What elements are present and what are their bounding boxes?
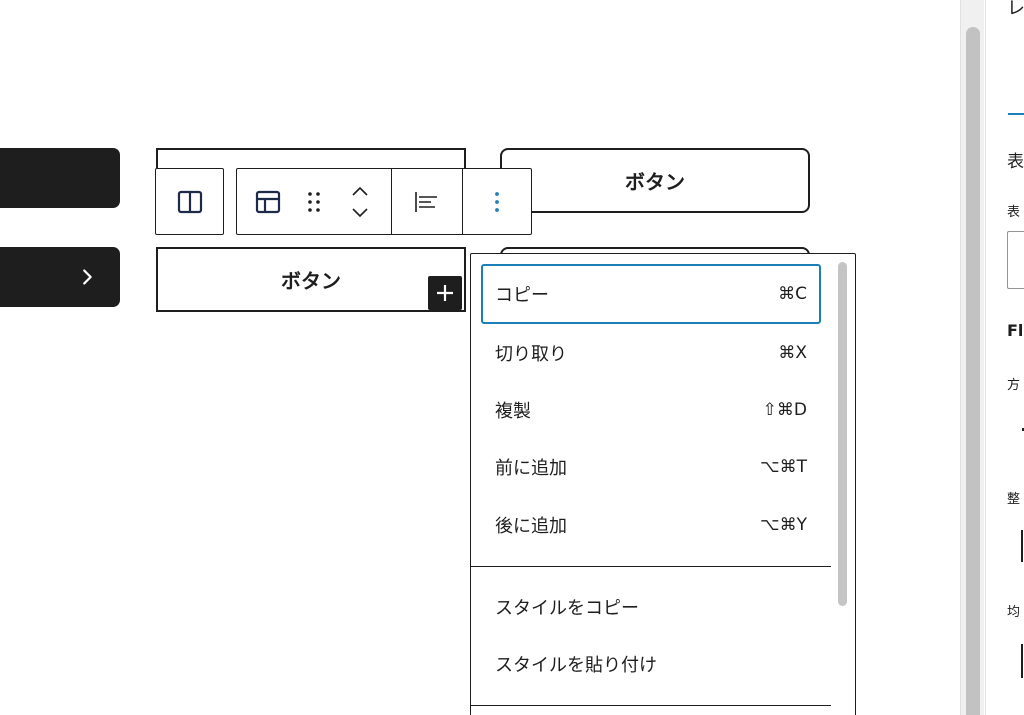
select-parent-button[interactable]: [155, 168, 224, 235]
menu-item-shortcut: ⌘C: [778, 284, 807, 304]
toolbar-block-group: [237, 169, 392, 234]
spacing-control-fragment[interactable]: [1021, 644, 1023, 678]
plus-icon: [437, 285, 453, 301]
sidebar-section-title: 表: [1007, 152, 1024, 172]
menu-item-shortcut: ⇧⌘D: [762, 400, 807, 420]
button-label: ボタン: [625, 170, 685, 194]
button-label: ボタン: [281, 269, 341, 293]
editor-scrollbar[interactable]: [960, 0, 984, 715]
sidebar-field-label: 表: [1007, 205, 1021, 220]
menu-separator: [471, 566, 831, 567]
justify-button[interactable]: [392, 169, 462, 234]
flex-section-title: Fl: [1007, 321, 1024, 340]
settings-sidebar: レ 表 表 Fl 方 整 均: [985, 0, 1024, 715]
menu-item-cut[interactable]: 切り取り ⌘X: [481, 323, 821, 383]
menu-item-label: 後に追加: [495, 516, 567, 537]
menu-item-insert-after[interactable]: 後に追加 ⌥⌘Y: [481, 495, 821, 555]
move-up-down-button[interactable]: [328, 169, 391, 234]
menu-item-paste-styles[interactable]: スタイルを貼り付け: [481, 634, 821, 694]
outline-button-selected[interactable]: ボタン: [156, 247, 466, 312]
menu-item-shortcut: ⌘X: [778, 343, 807, 363]
justify-left-icon: [415, 191, 437, 212]
chevron-right-icon: [83, 269, 92, 285]
drag-handle-icon: [307, 191, 320, 212]
menu-item-label: コピー: [495, 285, 549, 306]
dark-button-block-2[interactable]: [0, 247, 120, 307]
block-options-menu: コピー ⌘C 切り取り ⌘X 複製 ⇧⌘D 前に追加 ⌥⌘T 後に追加 ⌥⌘Y …: [470, 253, 856, 715]
menu-item-label: スタイルを貼り付け: [495, 655, 657, 676]
dark-button-block-1[interactable]: [0, 148, 120, 208]
active-tab-indicator: [1008, 113, 1024, 115]
editor-scrollbar-thumb[interactable]: [966, 27, 980, 715]
toolbar-align-group: [392, 169, 463, 234]
menu-item-label: 前に追加: [495, 458, 567, 479]
block-type-button[interactable]: [237, 169, 299, 234]
add-block-button[interactable]: [428, 276, 462, 310]
drag-handle-button[interactable]: [299, 169, 329, 234]
block-toolbar: [236, 168, 532, 235]
menu-item-shortcut: ⌥⌘T: [760, 457, 807, 477]
menu-separator: [471, 705, 831, 706]
sidebar-tab-label[interactable]: レ: [1007, 0, 1024, 20]
menu-item-shortcut: ⌥⌘Y: [760, 515, 807, 535]
direction-label: 方: [1007, 378, 1021, 393]
menu-item-label: 切り取り: [495, 344, 567, 365]
more-vertical-icon: [495, 191, 499, 212]
alignment-label: 整: [1007, 492, 1021, 507]
menu-item-duplicate[interactable]: 複製 ⇧⌘D: [481, 380, 821, 440]
menu-item-insert-before[interactable]: 前に追加 ⌥⌘T: [481, 437, 821, 497]
columns-icon: [177, 190, 202, 213]
menu-item-label: スタイルをコピー: [495, 598, 639, 619]
menu-scrollbar-thumb[interactable]: [838, 262, 847, 606]
chevron-up-down-icon: [352, 186, 368, 217]
menu-item-copy[interactable]: コピー ⌘C: [481, 264, 821, 324]
sidebar-select-field[interactable]: [1007, 231, 1024, 289]
alignment-control-fragment[interactable]: [1021, 530, 1023, 562]
outline-button-top-right[interactable]: ボタン: [500, 148, 810, 213]
menu-item-label: 複製: [495, 401, 531, 422]
more-options-button[interactable]: [463, 169, 531, 234]
spacing-label: 均: [1007, 605, 1021, 620]
layout-icon: [255, 190, 280, 213]
menu-item-copy-styles[interactable]: スタイルをコピー: [481, 577, 821, 637]
outline-button-top-left[interactable]: [156, 148, 466, 168]
toolbar-more-group: [463, 169, 531, 234]
